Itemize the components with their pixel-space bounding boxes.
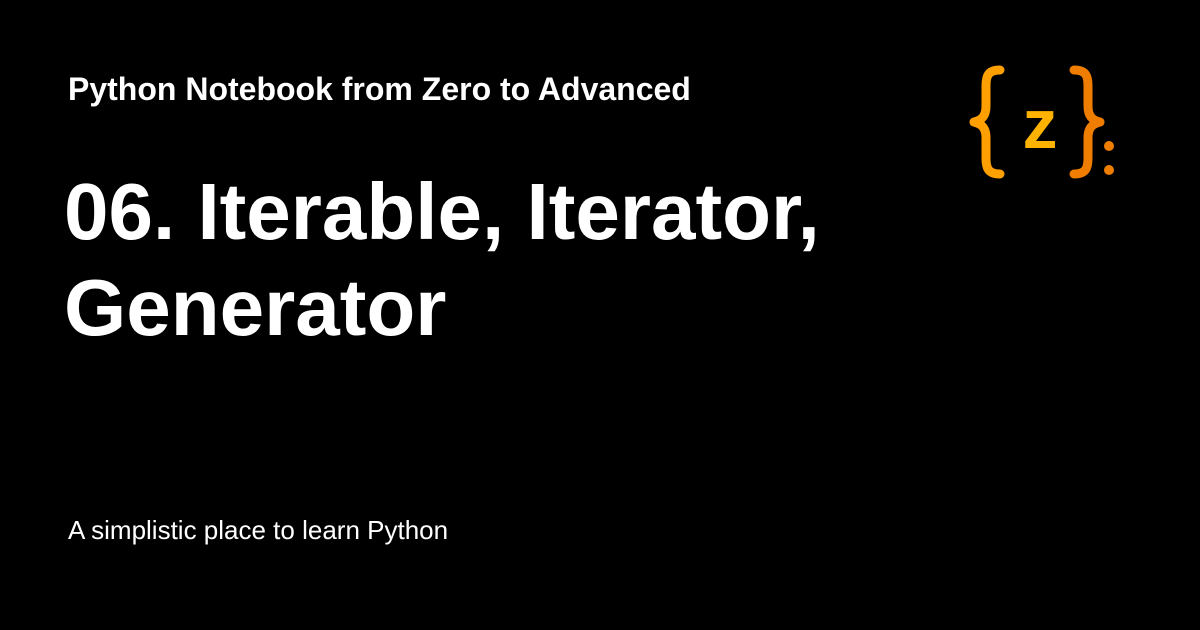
logo-letter: z (1023, 85, 1058, 163)
site-logo: z (966, 60, 1118, 184)
curly-braces-z-icon: z (969, 65, 1114, 179)
site-name: Python Notebook from Zero to Advanced (68, 71, 691, 107)
social-card: Python Notebook from Zero to Advanced 06… (0, 0, 1200, 630)
page-title: 06. Iterable, Iterator, Generator (64, 167, 820, 352)
tagline: A simplistic place to learn Python (68, 515, 449, 545)
